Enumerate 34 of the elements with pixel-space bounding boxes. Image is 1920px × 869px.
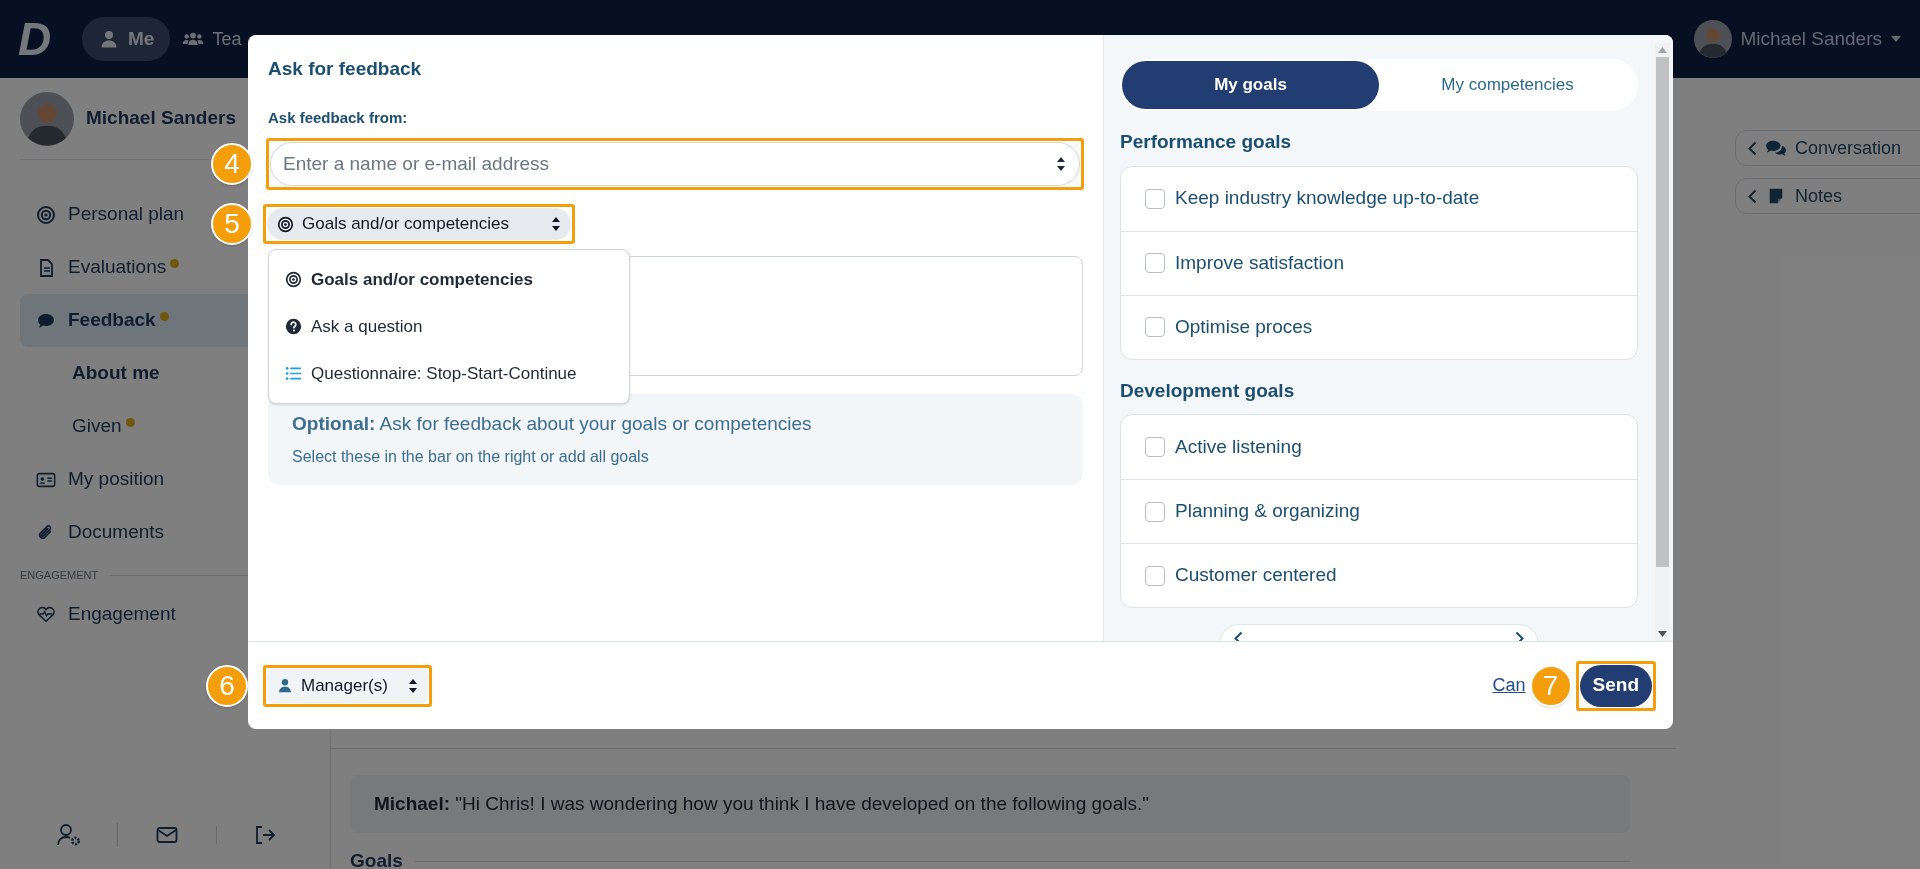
step-badge: 5	[211, 203, 253, 245]
goal-item[interactable]: Planning & organizing	[1121, 479, 1637, 543]
info-title: Optional: Ask for feedback about your goals or competencies	[292, 412, 813, 436]
group-heading: Development goals	[1120, 378, 1296, 403]
profile-name: Michael Sanders	[86, 106, 236, 131]
side-tab[interactable]: Notes	[1735, 178, 1920, 214]
section-heading: Goals	[350, 849, 403, 869]
send-button[interactable]: Send	[1579, 664, 1652, 707]
info-text: Select these in the bar on the right or add all goals	[292, 446, 650, 467]
step-badge: 4	[211, 143, 253, 185]
group-heading: Performance goals	[1120, 130, 1293, 154]
app-logo: D	[18, 16, 51, 62]
panel-tab[interactable]: My goals	[1122, 61, 1379, 109]
field-label: Ask feedback from:	[268, 107, 409, 128]
audience-select[interactable]: Manager(s)	[267, 668, 428, 703]
dropdown-option[interactable]: Questionnaire: Stop-Start-Continue	[269, 350, 629, 397]
goal-item[interactable]: Improve satisfaction	[1121, 230, 1637, 295]
sidebar-item[interactable]: Documents	[20, 506, 330, 559]
goal-item[interactable]: Keep industry knowledge up-to-date	[1121, 166, 1637, 231]
step-badge: 6	[206, 664, 248, 707]
recipient-field[interactable]: Enter a name or e-mail address	[270, 142, 1080, 186]
section-heading: ENGAGEMENT	[20, 568, 99, 583]
goal-item[interactable]: Active listening	[1121, 415, 1637, 479]
dialog-title: Ask for feedback	[268, 57, 423, 81]
goal-item[interactable]: Optimise proces	[1121, 294, 1637, 359]
goal-item[interactable]: Customer centered	[1121, 543, 1637, 607]
nav-tab[interactable]: Tea	[178, 17, 246, 61]
panel-tab[interactable]: My competencies	[1379, 61, 1636, 109]
type-select[interactable]: Goals and/or competencies	[267, 208, 571, 240]
cancel-link[interactable]: Can	[1492, 672, 1526, 699]
message-text: Michael: "Hi Chris! I was wondering how you think I have developed on the following goals."	[374, 791, 1149, 816]
sidebar-item[interactable]: Engagement	[20, 587, 330, 641]
step-badge: 7	[1529, 664, 1572, 707]
side-tab[interactable]: Conversation	[1735, 130, 1920, 166]
